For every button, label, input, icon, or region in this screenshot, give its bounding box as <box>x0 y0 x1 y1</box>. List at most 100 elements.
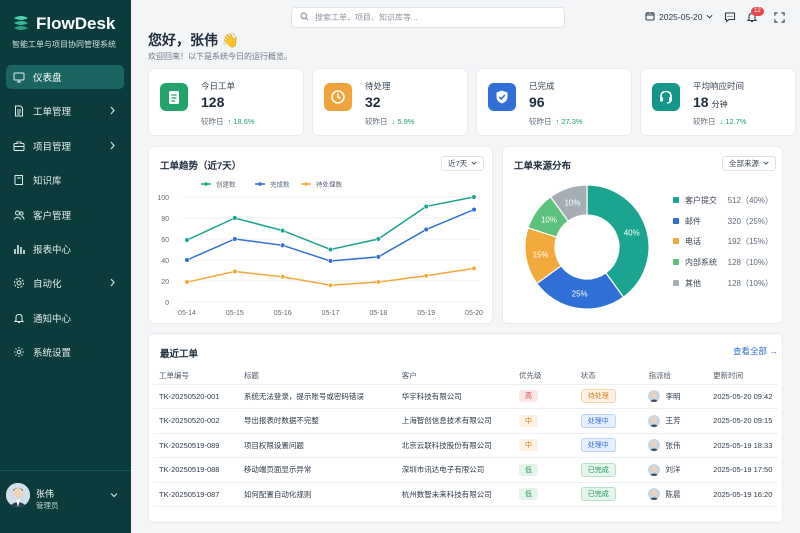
table-row[interactable]: TK-20250519-089 项目权限设置问题 北京云联科技股份有限公司中 处理中 张… <box>153 433 778 458</box>
data-point <box>232 236 238 242</box>
ticket-id[interactable]: TK-20250519-089 <box>153 433 238 458</box>
sidebar-item-0[interactable]: 仪表盘 <box>6 65 124 89</box>
source-title: 工单来源分布 <box>514 161 572 172</box>
ticket-title[interactable]: 系统无法登录，提示账号或密码错误 <box>237 384 396 409</box>
column-header[interactable]: 工单编号 <box>153 367 238 385</box>
y-tick-label: 80 <box>161 216 169 223</box>
ticket-title[interactable]: 移动端页面显示异常 <box>237 457 396 483</box>
y-tick-label: 20 <box>161 279 169 286</box>
ticket-customer: 华宇科技有限公司 <box>395 384 514 409</box>
legend-label: 邮件 <box>685 217 701 226</box>
legend-label: 其他 <box>685 279 701 288</box>
column-header[interactable]: 客户 <box>395 367 514 385</box>
column-header[interactable]: 更新时间 <box>707 367 778 385</box>
user-profile[interactable]: 张伟 管理员 <box>0 470 131 533</box>
stat-value: 96 <box>529 94 545 110</box>
table-row[interactable]: TK-20250520-001 系统无法登录，提示账号或密码错误 华宇科技有限公司高… <box>153 384 778 409</box>
y-tick-label: 60 <box>161 237 169 244</box>
sidebar-item-2[interactable]: 项目管理 <box>6 134 124 158</box>
data-point <box>375 279 381 285</box>
ticket-id[interactable]: TK-20250520-001 <box>153 384 238 409</box>
headset-icon <box>652 83 680 111</box>
updated-time: 2025-05-20 09:42 <box>707 384 778 409</box>
avatar <box>648 463 661 476</box>
legend-item[interactable]: 邮件 320（25%） <box>673 216 773 226</box>
date-picker[interactable]: 2025-05-20 <box>645 11 713 23</box>
ticket-id[interactable]: TK-20250519-088 <box>153 457 238 483</box>
stat-card-1[interactable]: 待处理 32 较昨日 ↓ 5.9% <box>312 68 468 136</box>
stat-value: 32 <box>365 94 381 110</box>
legend-item[interactable]: 电话 192（15%） <box>673 236 773 246</box>
fullscreen-icon[interactable] <box>772 10 786 24</box>
source-donut-chart: 40% 25% 15% 10% 10% <box>524 184 650 310</box>
chevron-right-icon <box>109 141 116 153</box>
book-icon <box>13 174 25 186</box>
sidebar-item-label: 通知中心 <box>33 313 72 325</box>
ticket-id[interactable]: TK-20250520-002 <box>153 408 238 434</box>
avatar[interactable] <box>6 483 30 507</box>
legend-item[interactable]: 内部系统 128（10%） <box>673 257 773 267</box>
stat-value: 18 分钟 <box>693 94 728 110</box>
table-row[interactable]: TK-20250519-088 移动端页面显示异常 深圳市讯达电子有限公司低 已完成 刘… <box>153 457 778 483</box>
stat-value: 128 <box>201 94 225 110</box>
data-point <box>280 242 286 248</box>
chevron-down-icon[interactable] <box>110 491 118 501</box>
search-input[interactable]: 搜索工单、项目、知识库等... <box>315 12 418 23</box>
search-bar[interactable]: 搜索工单、项目、知识库等... <box>291 7 565 28</box>
stat-compare: 较昨日 ↓ 5.9% <box>365 117 415 126</box>
stat-compare: 较昨日 ↓ 12.7% <box>693 117 747 126</box>
ticket-title[interactable]: 如何配置自动化规则 <box>237 482 396 507</box>
avatar <box>648 414 661 427</box>
column-header[interactable]: 指派给 <box>642 367 708 385</box>
sidebar-item-4[interactable]: 客户管理 <box>6 203 124 227</box>
ticket-customer: 北京云联科技股份有限公司 <box>395 433 514 458</box>
sidebar-item-7[interactable]: 通知中心 <box>6 306 124 330</box>
recent-title: 最近工单 <box>160 349 199 360</box>
chat-icon[interactable] <box>723 10 737 24</box>
avatar <box>648 390 661 403</box>
data-point <box>423 273 429 279</box>
data-point <box>423 203 429 210</box>
sidebar-nav: 仪表盘工单管理项目管理知识库客户管理报表中心自动化通知中心系统设置 <box>6 65 124 375</box>
brand-subtitle: 智能工单与项目协同管理系统 <box>12 40 116 49</box>
data-point <box>471 265 477 271</box>
sidebar-item-5[interactable]: 报表中心 <box>6 237 124 261</box>
legend-item[interactable]: 客户提交 512（40%） <box>673 195 773 205</box>
stat-delta: ↑ 27.3% <box>555 117 583 126</box>
table-header-row: 工单编号 标题 客户 优先级 状态 指派给 更新时间 <box>153 367 778 385</box>
gear-icon <box>13 277 25 289</box>
view-all-link[interactable]: 查看全部 → <box>733 345 778 357</box>
column-header[interactable]: 状态 <box>574 367 643 385</box>
legend-item[interactable]: 其他 128（10%） <box>673 278 773 288</box>
legend-label: 客户提交 <box>685 196 717 205</box>
stat-card-3[interactable]: 平均响应时间 18 分钟 较昨日 ↓ 12.7% <box>640 68 796 136</box>
page-subtitle: 欢迎回来！以下是系统今日的运行概览。 <box>148 52 292 61</box>
sidebar-item-3[interactable]: 知识库 <box>6 168 124 192</box>
status-badge: 处理中 <box>580 413 616 428</box>
ticket-title[interactable]: 项目权限设置问题 <box>237 433 396 458</box>
logo-icon <box>12 14 30 34</box>
source-filter-select[interactable]: 全部来源 <box>722 156 776 171</box>
updated-time: 2025-05-20 09:15 <box>707 408 778 434</box>
column-header[interactable]: 标题 <box>237 367 396 385</box>
sidebar-item-1[interactable]: 工单管理 <box>6 99 124 123</box>
stat-card-2[interactable]: 已完成 96 较昨日 ↑ 27.3% <box>476 68 632 136</box>
table-row[interactable]: TK-20250520-002 导出报表时数据不完整 上海智创信息技术有限公司中 处理… <box>153 408 778 434</box>
document-icon <box>13 105 25 117</box>
brand[interactable]: FlowDesk <box>12 14 115 34</box>
column-header[interactable]: 优先级 <box>513 367 575 385</box>
sidebar-item-6[interactable]: 自动化 <box>6 271 124 295</box>
table-row[interactable]: TK-20250519-087 如何配置自动化规则 杭州数智未来科技有限公司低 已完成… <box>153 482 778 507</box>
stat-card-0[interactable]: 今日工单 128 较昨日 ↑ 18.6% <box>148 68 304 136</box>
ticket-id[interactable]: TK-20250519-087 <box>153 482 238 507</box>
chevron-right-icon <box>109 278 116 290</box>
legend-value: 320（25%） <box>727 217 773 226</box>
legend-swatch <box>673 218 679 224</box>
assignee-name: 陈晨 <box>665 489 681 499</box>
stat-delta: ↓ 5.9% <box>391 117 415 126</box>
sidebar-item-8[interactable]: 系统设置 <box>6 340 124 364</box>
ticket-title[interactable]: 导出报表时数据不完整 <box>237 408 396 434</box>
data-point <box>423 226 429 233</box>
data-point <box>327 246 334 253</box>
ticket-customer: 深圳市讯达电子有限公司 <box>395 457 514 483</box>
